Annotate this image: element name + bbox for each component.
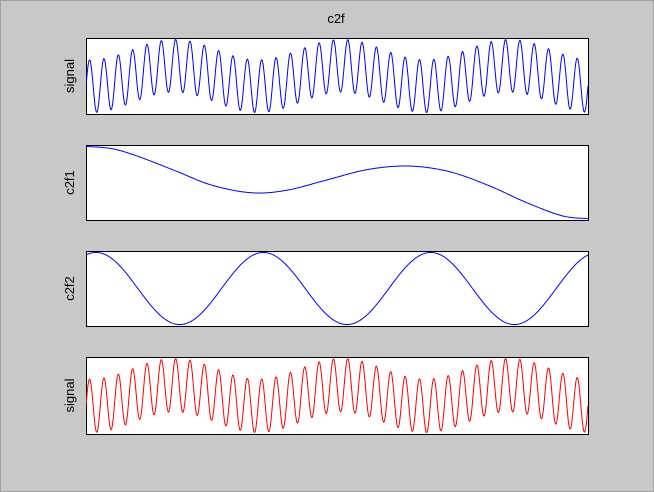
subplot-4: signal — [62, 357, 589, 435]
axes-box — [86, 251, 589, 327]
y-axis-label: c2f1 — [62, 170, 77, 195]
subplot-2: c2f1 — [62, 145, 589, 221]
y-axis-label: c2f2 — [62, 276, 77, 301]
y-axis-label: signal — [62, 378, 77, 412]
y-axis-label: signal — [62, 59, 77, 93]
subplots-canvas: c2f signal c2f1 c2f2 signal — [62, 11, 589, 435]
figure-window: c2f signal c2f1 c2f2 signal — [0, 0, 654, 492]
subplot-3: c2f2 — [62, 251, 589, 327]
subplot-1: signal — [62, 38, 589, 115]
figure-title: c2f — [327, 11, 345, 26]
axes-box — [86, 145, 589, 221]
